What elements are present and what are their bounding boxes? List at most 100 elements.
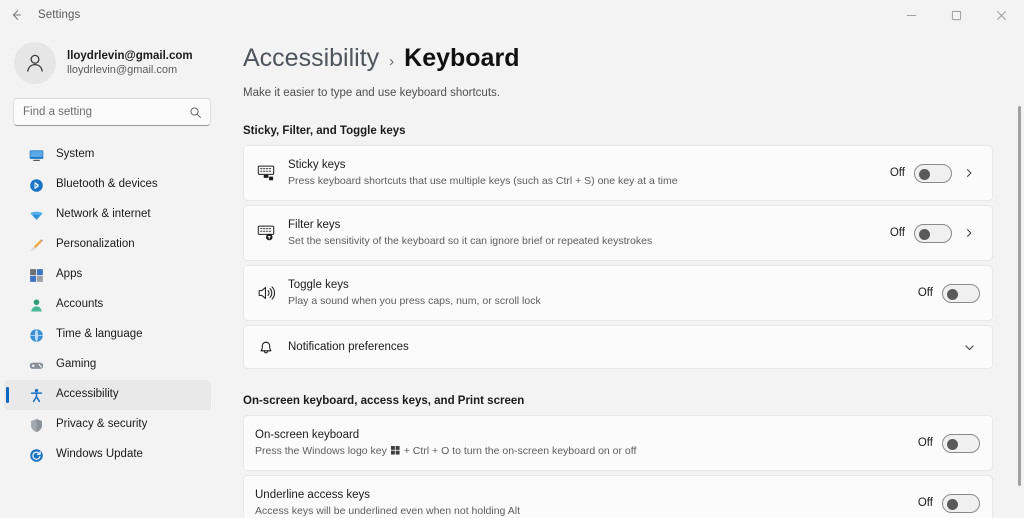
sidebar: lloydrlevin@gmail.com lloydrlevin@gmail.… — [0, 30, 222, 518]
clock-globe-icon — [28, 327, 45, 344]
app-shell: lloydrlevin@gmail.com lloydrlevin@gmail.… — [0, 30, 1024, 518]
setting-card-body: Sticky keys Press keyboard shortcuts that… — [288, 158, 890, 188]
sidebar-item-label: System — [56, 148, 95, 161]
close-button[interactable] — [979, 0, 1024, 30]
page-title: Keyboard — [404, 44, 520, 72]
windows-logo-icon — [390, 445, 400, 459]
breadcrumb: Accessibility › Keyboard — [243, 44, 993, 73]
sidebar-item-label: Network & internet — [56, 208, 151, 221]
setting-card-controls: Off — [890, 223, 980, 243]
window-controls — [889, 0, 1024, 30]
setting-title: Sticky keys — [288, 159, 346, 171]
setting-card-controls: Off — [918, 493, 980, 513]
setting-description: Press the Windows logo key + Ctrl + O to… — [255, 444, 918, 459]
section-header: Sticky, Filter, and Toggle keys — [243, 125, 406, 137]
setting-card-body: On-screen keyboard Press the Windows logo… — [255, 428, 918, 459]
account-icon — [28, 297, 45, 314]
setting-title: Toggle keys — [288, 279, 349, 291]
section-header: On-screen keyboard, access keys, and Pri… — [243, 395, 525, 407]
search-icon[interactable] — [189, 106, 202, 119]
vertical-scrollbar[interactable] — [1018, 106, 1021, 486]
toggle-switch[interactable] — [914, 223, 952, 243]
content-area: Accessibility › Keyboard Make it easier … — [222, 30, 1024, 518]
chevron-down-icon[interactable] — [958, 341, 980, 354]
search-box[interactable] — [13, 98, 211, 126]
sidebar-item-time-language[interactable]: Time & language — [4, 320, 211, 350]
breadcrumb-parent[interactable]: Accessibility — [243, 44, 379, 73]
bluetooth-icon — [28, 177, 45, 194]
sidebar-item-apps[interactable]: Apps — [4, 260, 211, 290]
sidebar-item-label: Time & language — [56, 328, 143, 341]
setting-card-controls — [952, 341, 980, 354]
chevron-right-icon[interactable] — [958, 167, 980, 179]
setting-card-body: Filter keys Set the sensitivity of the ke… — [288, 218, 890, 248]
setting-card-notification-preferences[interactable]: Notification preferences — [243, 325, 993, 369]
sidebar-item-network-internet[interactable]: Network & internet — [4, 200, 211, 230]
toggle-switch[interactable] — [914, 163, 952, 183]
sidebar-item-personalization[interactable]: Personalization — [4, 230, 211, 260]
toggle-switch[interactable] — [942, 283, 980, 303]
setting-title: Underline access keys — [255, 489, 371, 501]
window-title: Settings — [38, 9, 81, 21]
sidebar-item-label: Privacy & security — [56, 418, 148, 431]
accessibility-icon — [28, 387, 45, 404]
setting-title: Notification preferences — [288, 340, 409, 353]
chevron-right-icon[interactable] — [958, 227, 980, 239]
account-email: lloydrlevin@gmail.com — [67, 64, 178, 76]
sidebar-item-label: Bluetooth & devices — [56, 178, 158, 191]
gamepad-icon — [28, 357, 45, 374]
setting-description: Set the sensitivity of the keyboard so i… — [288, 235, 653, 247]
sidebar-item-bluetooth-devices[interactable]: Bluetooth & devices — [4, 170, 211, 200]
setting-card-body: Toggle keys Play a sound when you press c… — [288, 278, 918, 308]
monitor-icon — [28, 147, 45, 164]
setting-description: Play a sound when you press caps, num, o… — [288, 295, 541, 307]
toggle-knob — [919, 168, 930, 180]
setting-card-underline-access-keys[interactable]: Underline access keys Access keys will be… — [243, 475, 993, 518]
sidebar-item-accounts[interactable]: Accounts — [4, 290, 211, 320]
sidebar-item-label: Gaming — [56, 358, 97, 371]
settings-sections: Sticky, Filter, and Toggle keys Sticky ke… — [243, 125, 993, 518]
back-button[interactable] — [0, 0, 32, 30]
setting-card-filter-keys[interactable]: Filter keys Set the sensitivity of the ke… — [243, 205, 993, 261]
toggle-switch[interactable] — [942, 493, 980, 513]
keyboard-filter-icon — [255, 223, 277, 243]
setting-card-body: Notification preferences — [288, 340, 952, 355]
setting-card-toggle-keys[interactable]: Toggle keys Play a sound when you press c… — [243, 265, 993, 321]
account-tile[interactable]: lloydrlevin@gmail.com lloydrlevin@gmail.… — [0, 30, 222, 94]
sidebar-item-label: Personalization — [56, 238, 135, 251]
search-input[interactable] — [23, 106, 189, 118]
toggle-state-label: Off — [917, 437, 933, 449]
search-container — [0, 94, 222, 126]
sidebar-item-windows-update[interactable]: Windows Update — [4, 440, 211, 470]
keyboard-sticky-icon — [255, 163, 277, 183]
toggle-knob — [919, 228, 930, 240]
setting-description: Access keys will be underlined even when… — [255, 505, 520, 517]
update-icon — [28, 447, 45, 464]
title-bar: Settings — [0, 0, 1024, 30]
toggle-state-label: Off — [917, 287, 933, 299]
speaker-icon — [255, 283, 277, 303]
setting-card-sticky-keys[interactable]: Sticky keys Press keyboard shortcuts that… — [243, 145, 993, 201]
paintbrush-icon — [28, 237, 45, 254]
page-subtitle: Make it easier to type and use keyboard … — [243, 87, 500, 99]
setting-description: Press keyboard shortcuts that use multip… — [288, 175, 678, 187]
toggle-knob — [947, 288, 958, 300]
maximize-button[interactable] — [934, 0, 979, 30]
sidebar-item-label: Apps — [56, 268, 83, 281]
minimize-button[interactable] — [889, 0, 934, 30]
sidebar-item-privacy-security[interactable]: Privacy & security — [4, 410, 211, 440]
sidebar-item-system[interactable]: System — [4, 140, 211, 170]
wifi-icon — [28, 207, 45, 224]
toggle-state-label: Off — [889, 167, 905, 179]
setting-card-on-screen-keyboard[interactable]: On-screen keyboard Press the Windows logo… — [243, 415, 993, 471]
setting-description-before: Press the Windows logo key — [255, 444, 390, 457]
sidebar-item-label: Accounts — [56, 298, 104, 311]
setting-card-controls: Off — [889, 163, 980, 183]
sidebar-item-accessibility[interactable]: Accessibility — [4, 380, 211, 410]
avatar — [14, 42, 56, 84]
toggle-switch[interactable] — [942, 433, 980, 453]
sidebar-item-label: Windows Update — [56, 448, 143, 461]
sidebar-item-gaming[interactable]: Gaming — [4, 350, 211, 380]
bell-icon — [255, 337, 277, 357]
setting-description-after: + Ctrl + O to turn the on-screen keyboar… — [400, 444, 637, 457]
